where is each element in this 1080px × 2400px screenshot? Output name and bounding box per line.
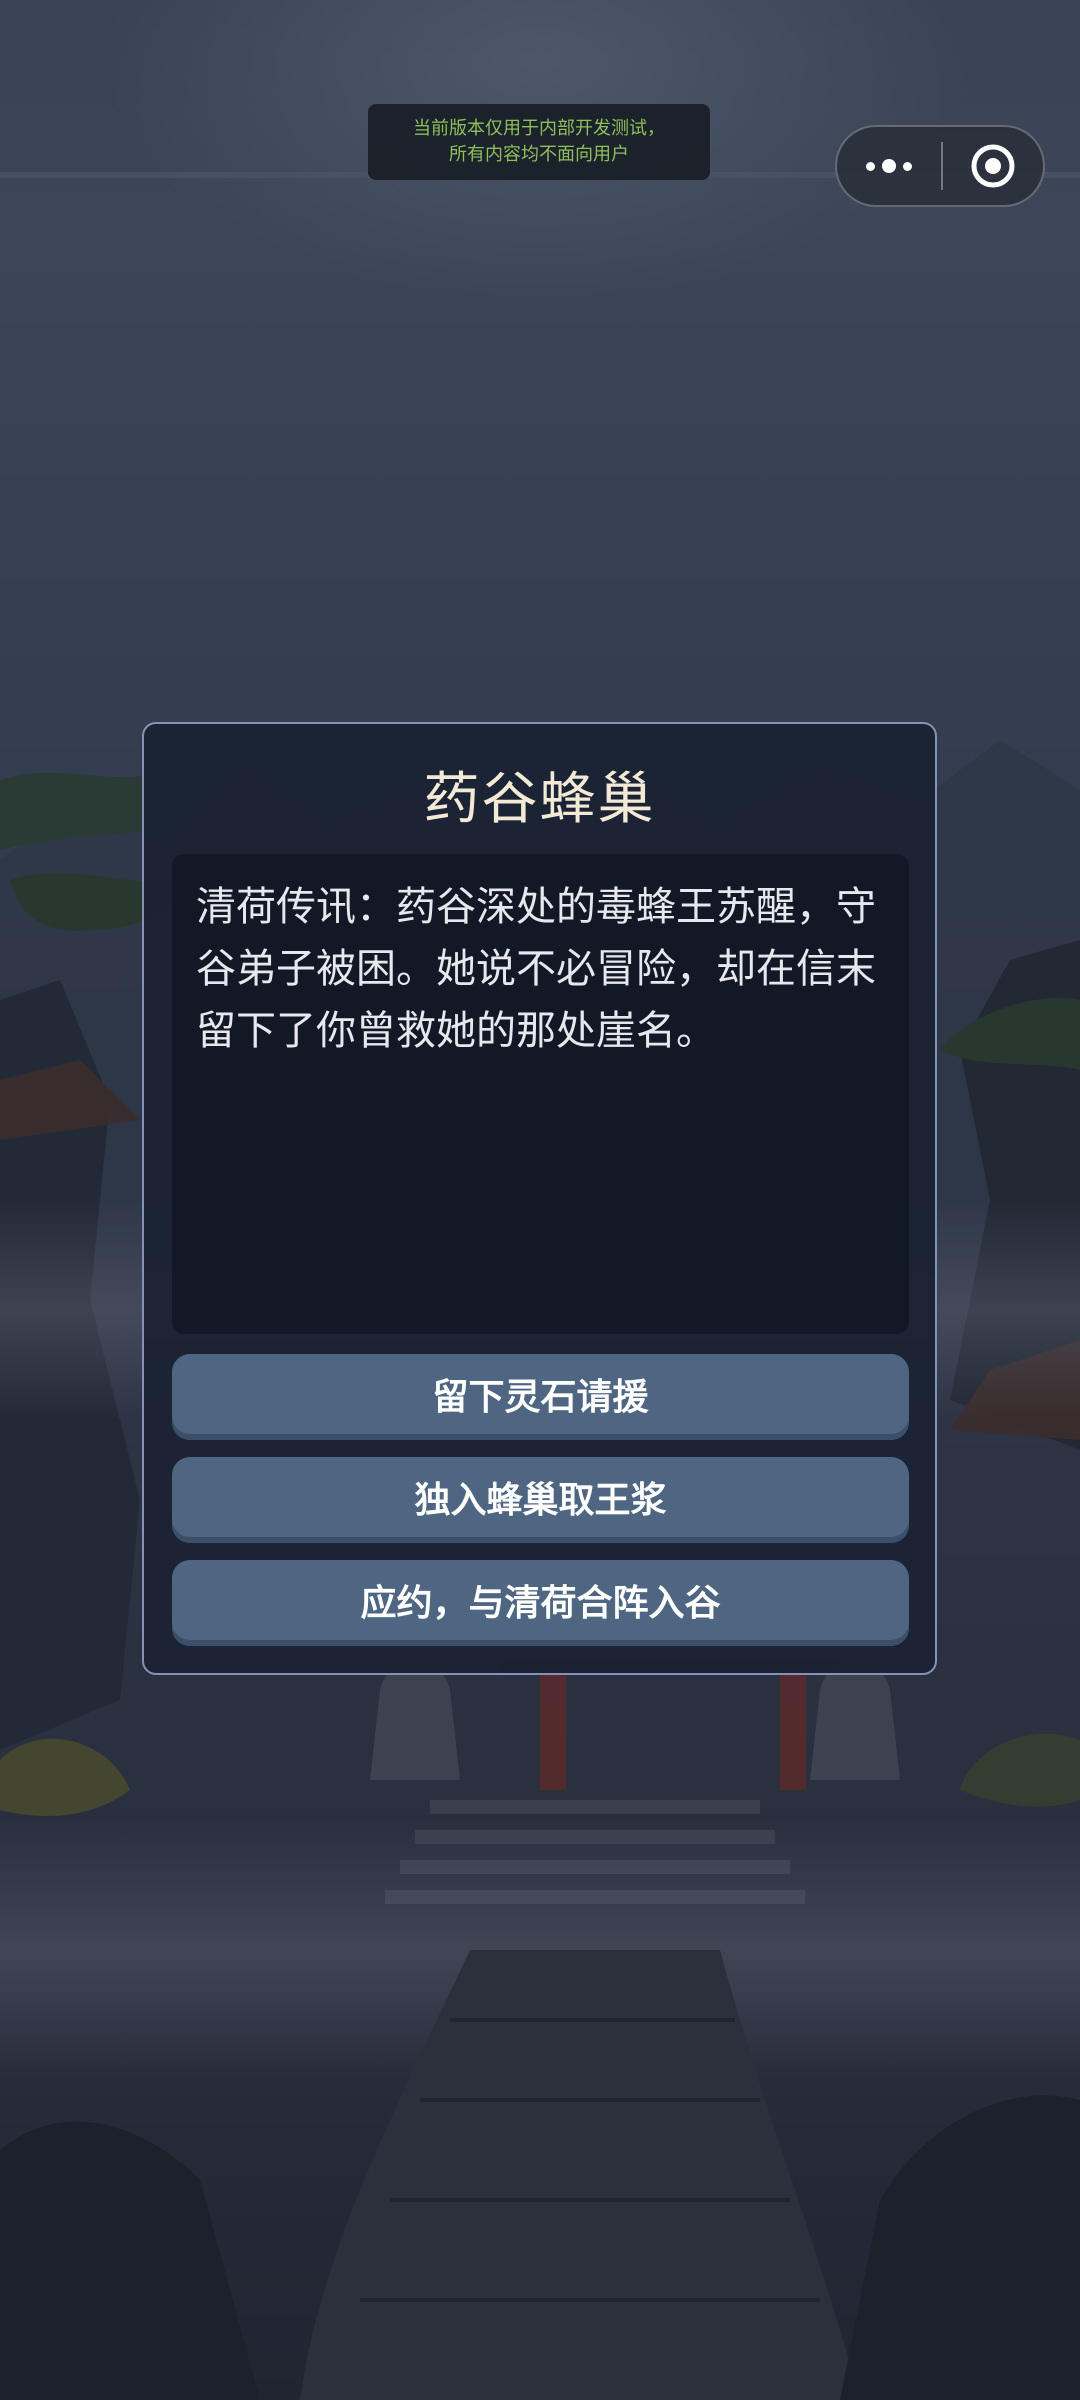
dev-notice-line-2: 所有内容均不面向用户 [449,144,629,165]
choice-button-enter-hive-alone[interactable]: 独入蜂巢取王浆 [172,1457,909,1543]
game-screen: 当前版本仅用于内部开发测试， 所有内容均不面向用户 药谷蜂巢 清荷传讯：药谷深处… [0,0,1080,2400]
choice-button-join-qinghe[interactable]: 应约，与清荷合阵入谷 [172,1560,909,1646]
story-text: 清荷传讯：药谷深处的毒蜂王苏醒，守谷弟子被困。她说不必冒险，却在信末留下了你曾救… [172,854,909,1334]
dialog-title: 药谷蜂巢 [423,767,656,832]
dev-test-notice: 当前版本仅用于内部开发测试， 所有内容均不面向用户 [368,104,710,180]
more-dots-icon[interactable] [837,127,941,205]
target-circle-icon[interactable] [943,127,1043,205]
dev-notice-line-1: 当前版本仅用于内部开发测试， [413,118,665,139]
dot [866,161,875,171]
event-dialog: 药谷蜂巢 清荷传讯：药谷深处的毒蜂王苏醒，守谷弟子被困。她说不必冒险，却在信末留… [142,722,937,1675]
choice-button-request-aid[interactable]: 留下灵石请援 [172,1354,909,1440]
dot [882,159,896,173]
close-mini-program-icon [971,144,1015,188]
mini-program-capsule [835,125,1045,207]
dot [903,161,912,171]
